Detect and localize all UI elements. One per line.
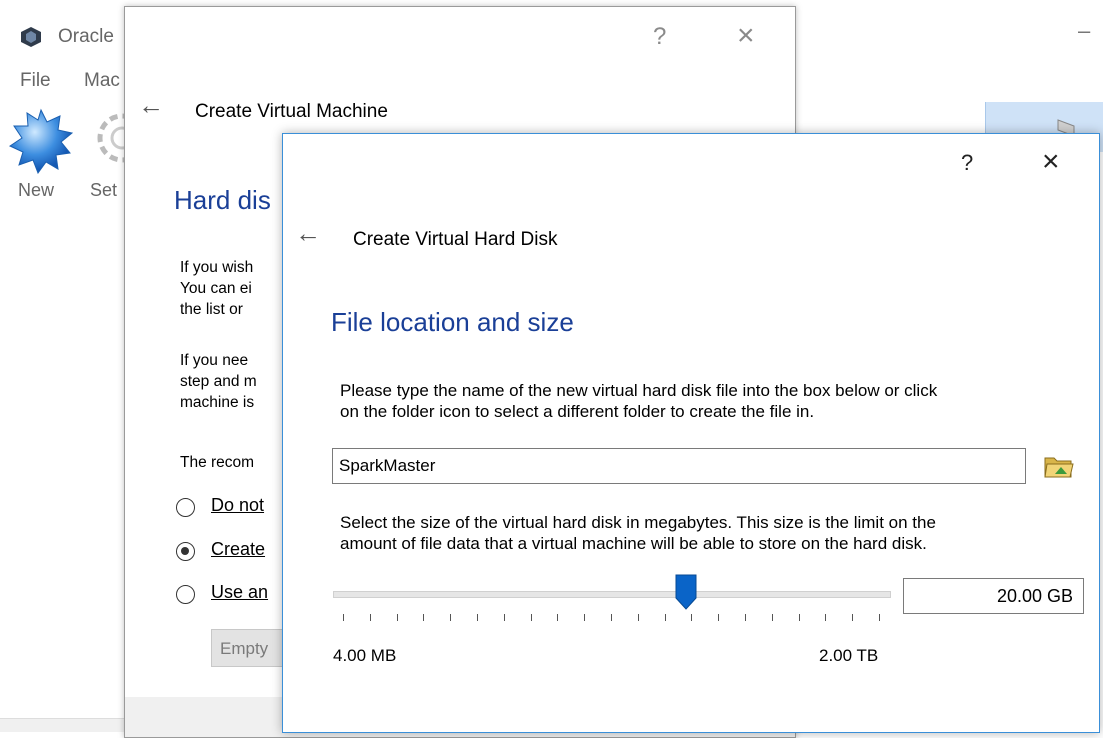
filename-input[interactable] <box>332 448 1026 484</box>
slider-tick <box>397 614 398 621</box>
location-description: Please type the name of the new virtual … <box>340 381 938 400</box>
help-button[interactable]: ? <box>653 23 666 51</box>
radio-label-use-existing[interactable]: Use an <box>211 582 268 603</box>
radio-label-no-disk[interactable]: Do not <box>211 495 264 516</box>
radio-label-create-disk[interactable]: Create <box>211 539 265 560</box>
radio-use-existing[interactable] <box>176 585 195 604</box>
sidebar-bottom <box>0 718 125 732</box>
radio-no-disk[interactable] <box>176 498 195 517</box>
description-line: machine is <box>180 394 255 411</box>
new-button-label[interactable]: New <box>18 180 54 201</box>
slider-tick <box>343 614 344 621</box>
back-arrow-icon[interactable]: ← <box>138 90 164 121</box>
virtualbox-logo-icon <box>21 27 41 47</box>
new-machine-icon[interactable] <box>8 108 74 174</box>
slider-tick <box>531 614 532 621</box>
slider-tick <box>504 614 505 621</box>
slider-tick <box>665 614 666 621</box>
close-button[interactable]: × <box>737 19 755 53</box>
slider-tick <box>745 614 746 621</box>
slider-tick <box>477 614 478 621</box>
menu-file[interactable]: File <box>20 70 51 92</box>
menu-machine[interactable]: Mac <box>84 70 120 92</box>
dialog-title: Create Virtual Machine <box>195 101 388 122</box>
description-line: You can ei <box>180 280 252 297</box>
size-description: Select the size of the virtual hard disk… <box>340 513 936 532</box>
recommendation-text: The recom <box>180 454 255 471</box>
description-line: If you nee <box>180 352 249 369</box>
close-button[interactable]: × <box>1042 145 1060 179</box>
app-title: Oracle <box>58 26 114 47</box>
description-line: If you wish <box>180 259 254 276</box>
size-slider-thumb[interactable] <box>675 574 697 610</box>
slider-tick <box>852 614 853 621</box>
slider-tick <box>772 614 773 621</box>
slider-max-label: 2.00 TB <box>819 646 879 665</box>
description-line: the list or <box>180 301 243 318</box>
description-line: step and m <box>180 373 257 390</box>
slider-tick <box>423 614 424 621</box>
slider-tick <box>718 614 719 621</box>
back-arrow-icon[interactable]: ← <box>295 218 321 249</box>
slider-tick <box>370 614 371 621</box>
minimize-button[interactable]: – <box>1078 18 1103 48</box>
size-slider-track[interactable] <box>333 591 891 598</box>
slider-tick <box>584 614 585 621</box>
settings-button-label[interactable]: Set <box>90 180 117 201</box>
radio-create-disk[interactable] <box>176 542 195 561</box>
slider-tick <box>799 614 800 621</box>
slider-tick <box>450 614 451 621</box>
folder-icon[interactable] <box>1043 452 1075 480</box>
size-description: amount of file data that a virtual machi… <box>340 534 927 553</box>
slider-min-label: 4.00 MB <box>333 646 397 665</box>
slider-tick <box>691 614 692 621</box>
slider-tick <box>611 614 612 621</box>
slider-tick <box>557 614 558 621</box>
page-heading: File location and size <box>331 307 574 337</box>
slider-tick <box>879 614 880 621</box>
help-button[interactable]: ? <box>961 150 973 176</box>
page-heading: Hard dis <box>174 185 271 215</box>
create-hard-disk-dialog: ? × ← Create Virtual Hard Disk File loca… <box>282 133 1100 733</box>
dialog-title: Create Virtual Hard Disk <box>353 229 558 250</box>
slider-tick <box>825 614 826 621</box>
slider-tick <box>638 614 639 621</box>
size-input[interactable]: 20.00 GB <box>903 578 1084 614</box>
location-description: on the folder icon to select a different… <box>340 402 815 421</box>
